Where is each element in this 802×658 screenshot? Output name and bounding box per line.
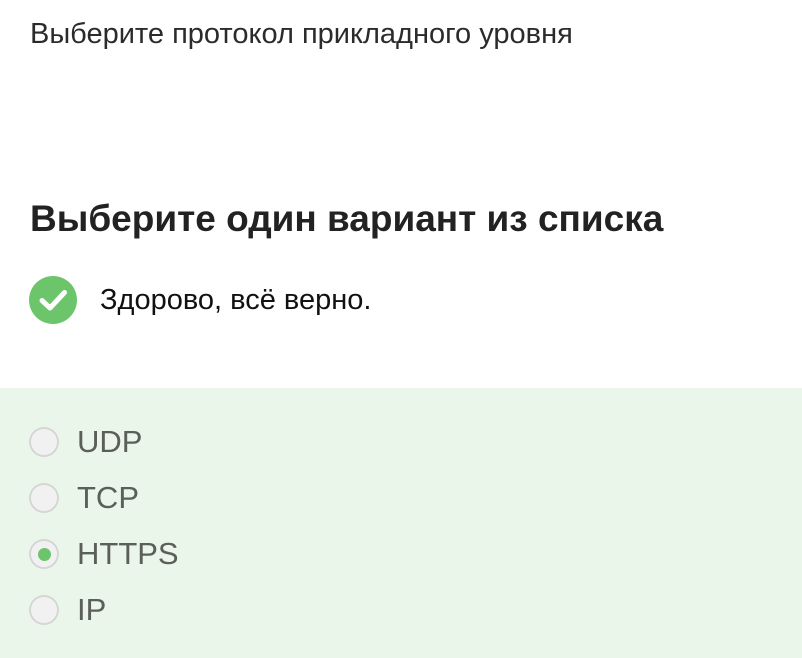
radio-button[interactable] bbox=[29, 595, 59, 625]
radio-button[interactable] bbox=[29, 539, 59, 569]
option-https[interactable]: HTTPS bbox=[29, 537, 179, 571]
feedback-message: Здорово, всё верно. bbox=[29, 276, 371, 324]
option-label: HTTPS bbox=[77, 536, 179, 571]
radio-dot bbox=[37, 547, 51, 561]
option-label: IP bbox=[77, 592, 107, 627]
option-label: UDP bbox=[77, 424, 143, 459]
instruction-heading: Выберите один вариант из списка bbox=[30, 198, 664, 239]
option-udp[interactable]: UDP bbox=[29, 425, 142, 459]
radio-button[interactable] bbox=[29, 483, 59, 513]
option-tcp[interactable]: TCP bbox=[29, 481, 139, 515]
radio-button[interactable] bbox=[29, 427, 59, 457]
option-ip[interactable]: IP bbox=[29, 593, 106, 627]
question-text: Выберите протокол прикладного уровня bbox=[30, 18, 573, 50]
check-circle-icon bbox=[29, 276, 77, 324]
feedback-text: Здорово, всё верно. bbox=[100, 284, 372, 316]
option-label: TCP bbox=[77, 480, 139, 515]
options-panel: UDP TCP HTTPS IP bbox=[0, 388, 802, 658]
